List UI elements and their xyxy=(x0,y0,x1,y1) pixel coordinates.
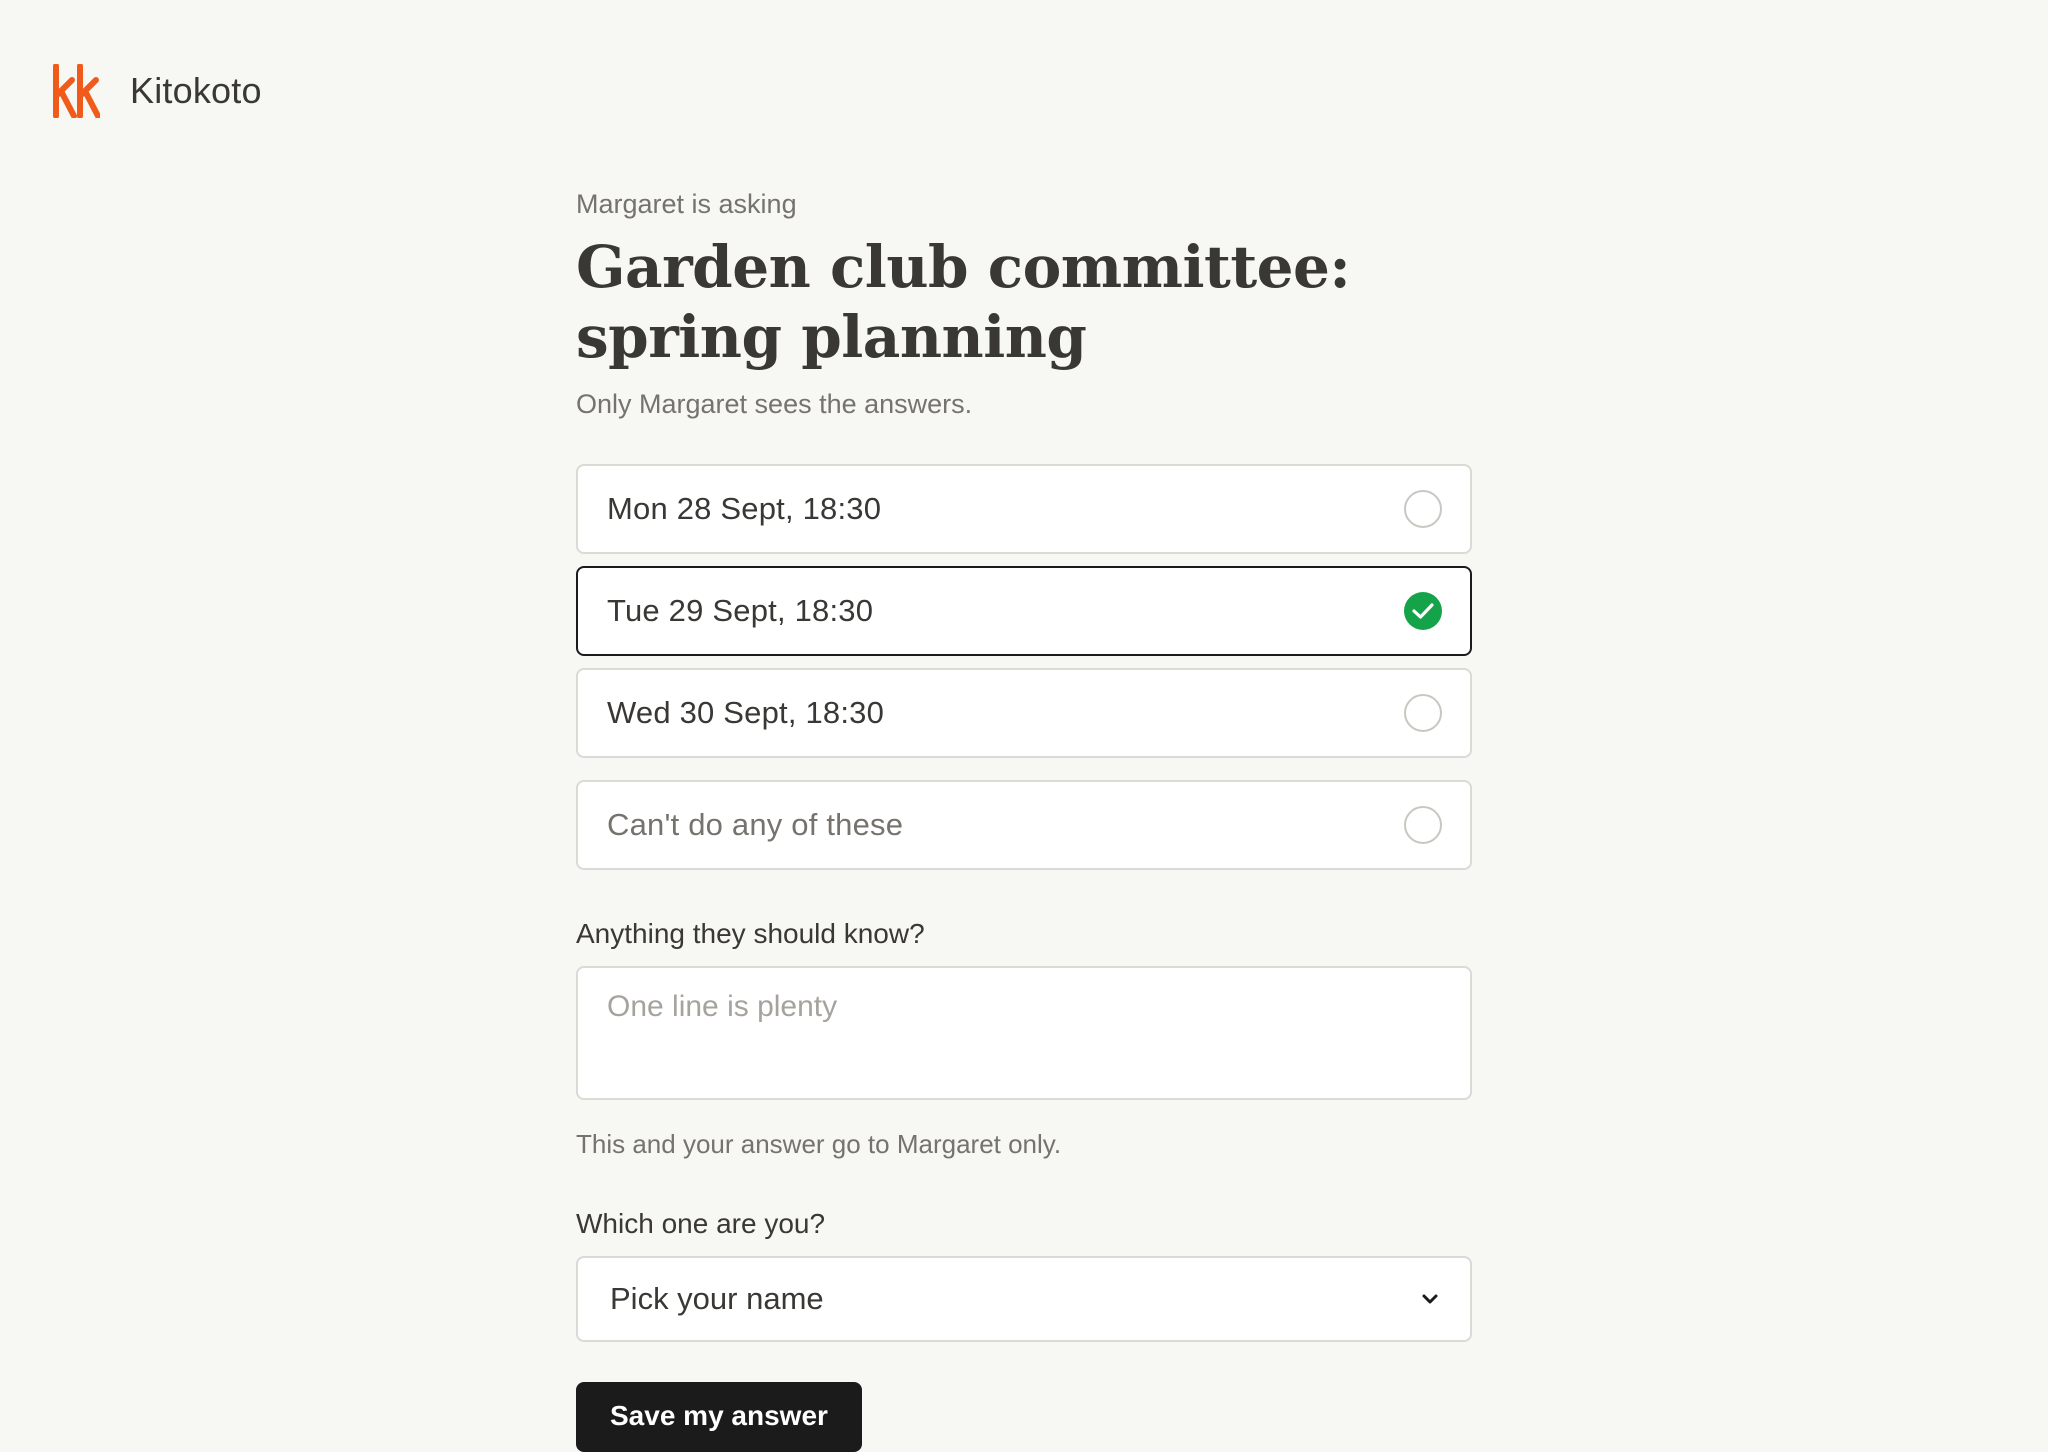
option-label: Can't do any of these xyxy=(607,807,904,842)
radio-unchecked-icon[interactable] xyxy=(1404,490,1442,528)
time-options: Mon 28 Sept, 18:30 Tue 29 Sept, 18:30 We… xyxy=(576,464,1472,870)
option-label: Tue 29 Sept, 18:30 xyxy=(607,593,874,628)
identity-label: Which one are you? xyxy=(576,1208,826,1239)
asker-line: Margaret is asking xyxy=(576,189,797,219)
check-circle-icon[interactable] xyxy=(1404,592,1442,630)
app-header: Kitokoto xyxy=(52,64,262,118)
name-select-value: Pick your name xyxy=(610,1281,824,1316)
name-select[interactable]: Pick your name xyxy=(576,1256,1472,1342)
poll-form: Margaret is asking Garden club committee… xyxy=(576,186,1472,1452)
brand-name: Kitokoto xyxy=(130,70,262,111)
option-none-of-these[interactable]: Can't do any of these xyxy=(576,780,1472,870)
title-line-2: spring planning xyxy=(576,303,1087,371)
checkmark-icon xyxy=(1412,603,1434,619)
chevron-down-icon xyxy=(1422,1294,1438,1304)
option-wed-30-sept[interactable]: Wed 30 Sept, 18:30 xyxy=(576,668,1472,758)
kk-logo-icon[interactable] xyxy=(52,64,100,118)
option-label: Wed 30 Sept, 18:30 xyxy=(607,695,885,730)
option-mon-28-sept[interactable]: Mon 28 Sept, 18:30 xyxy=(576,464,1472,554)
notes-helper-text: This and your answer go to Margaret only… xyxy=(576,1129,1062,1159)
title-line-1: Garden club committee: xyxy=(576,233,1351,301)
privacy-note: Only Margaret sees the answers. xyxy=(576,389,973,419)
page-title: Garden club committee: spring planning xyxy=(576,232,1472,372)
notes-label: Anything they should know? xyxy=(576,918,925,949)
radio-unchecked-icon[interactable] xyxy=(1404,694,1442,732)
option-label: Mon 28 Sept, 18:30 xyxy=(607,491,882,526)
notes-input[interactable] xyxy=(576,966,1472,1100)
radio-unchecked-icon[interactable] xyxy=(1404,806,1442,844)
save-answer-button[interactable]: Save my answer xyxy=(576,1382,862,1452)
option-tue-29-sept[interactable]: Tue 29 Sept, 18:30 xyxy=(576,566,1472,656)
